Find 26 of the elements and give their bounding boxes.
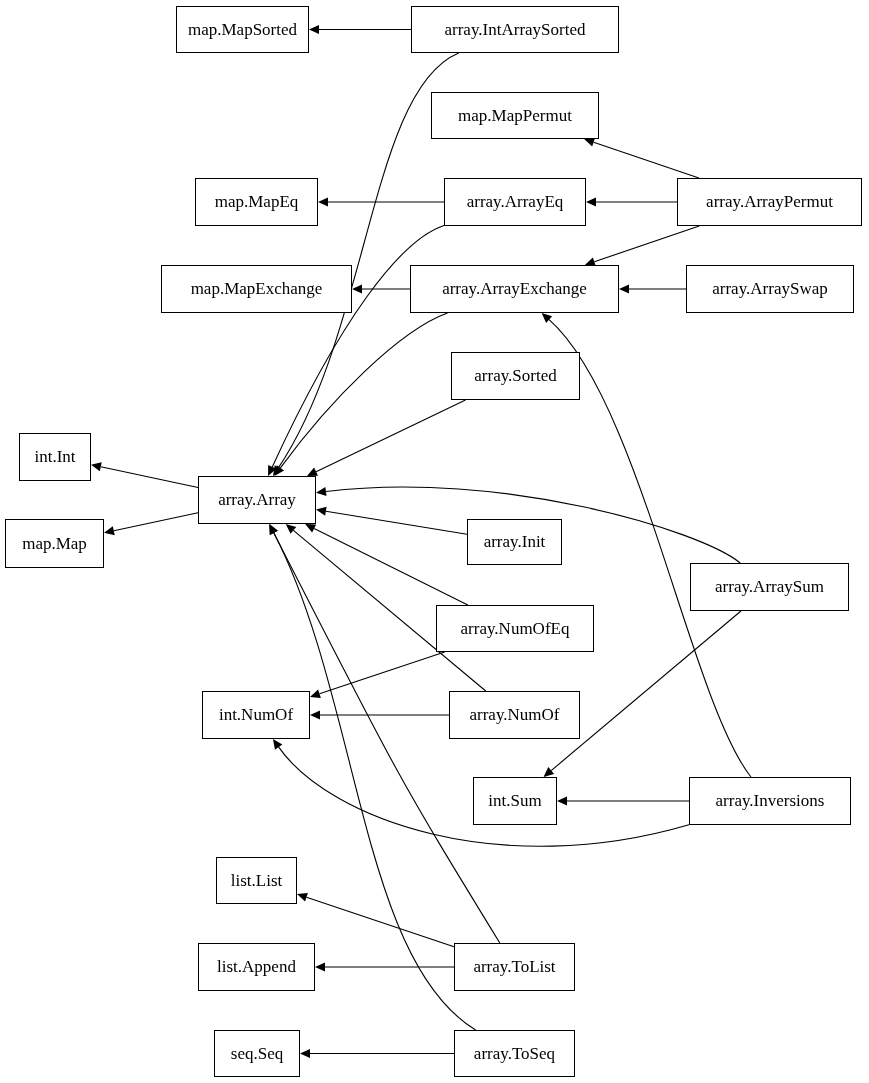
module-node: array.ToList — [454, 943, 575, 991]
module-node: list.List — [216, 857, 297, 904]
module-node: array.NumOfEq — [436, 605, 594, 652]
module-node: array.Sorted — [451, 352, 580, 400]
module-node: array.Inversions — [689, 777, 851, 825]
module-node: array.IntArraySorted — [411, 6, 619, 53]
module-node: array.ArraySwap — [686, 265, 854, 313]
module-node: array.Init — [467, 519, 562, 565]
module-node: map.MapSorted — [176, 6, 309, 53]
module-node: array.ArrayExchange — [410, 265, 619, 313]
module-node: map.MapPermut — [431, 92, 599, 139]
module-node: array.Array — [198, 476, 316, 524]
module-node: array.ToSeq — [454, 1030, 575, 1077]
module-node: int.Int — [19, 433, 91, 481]
module-node: seq.Seq — [214, 1030, 300, 1077]
module-node: array.NumOf — [449, 691, 580, 739]
module-node: array.ArrayEq — [444, 178, 586, 226]
module-node: map.MapEq — [195, 178, 318, 226]
dependency-arrow — [619, 284, 687, 294]
module-node: map.Map — [5, 519, 104, 568]
module-node: int.Sum — [473, 777, 557, 825]
module-node: map.MapExchange — [161, 265, 352, 313]
module-node: list.Append — [198, 943, 315, 991]
module-node: array.ArrayPermut — [677, 178, 862, 226]
module-node: int.NumOf — [202, 691, 310, 739]
module-node: array.ArraySum — [690, 563, 849, 611]
